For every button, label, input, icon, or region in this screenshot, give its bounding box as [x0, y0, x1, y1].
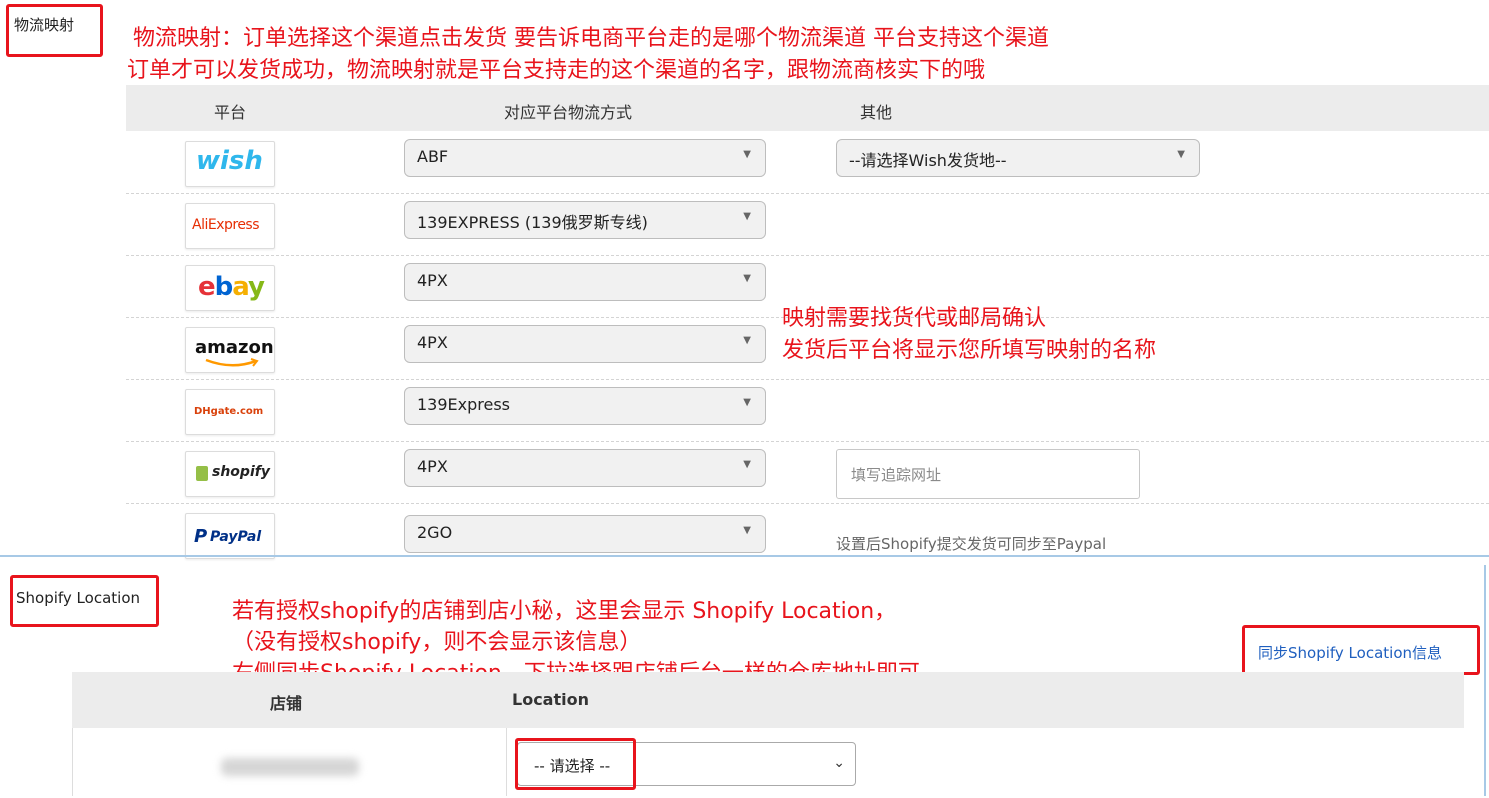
ebay-shipping-select[interactable]: 4PX ▼: [404, 263, 766, 301]
dhgate-shipping-value: 139Express: [417, 395, 511, 414]
chevron-down-icon: ⌄: [833, 755, 845, 771]
mapping-table-header: 平台 对应平台物流方式 其他: [126, 85, 1489, 131]
chevron-down-icon: ▼: [743, 149, 751, 160]
shopify-location-annotation-line1: 若有授权shopify的店铺到店小秘，这里会显示 Shopify Locatio…: [232, 599, 897, 624]
column-store: 店铺: [270, 694, 303, 713]
chevron-down-icon: ▼: [743, 525, 751, 536]
shopify-bag-icon: [196, 466, 208, 481]
shopify-logo: shopify: [185, 451, 275, 497]
store-name-blurred: [221, 758, 359, 776]
paypal-logo: P PayPal: [185, 513, 275, 559]
ebay-letter-b: b: [214, 272, 234, 302]
paypal-shipping-select[interactable]: 2GO ▼: [404, 515, 766, 553]
aliexpress-logo: AliExpress: [185, 203, 275, 249]
column-platform: 平台: [214, 103, 247, 122]
aliexpress-shipping-value: 139EXPRESS (139俄罗斯专线): [417, 213, 648, 232]
wish-shipping-value: ABF: [417, 147, 449, 166]
column-location: Location: [512, 690, 589, 709]
wish-warehouse-value: --请选择Wish发货地--: [849, 151, 1007, 170]
dhgate-logo-text: DHgate.com: [194, 406, 264, 417]
column-other: 其他: [860, 103, 893, 122]
wish-logo: wish: [185, 141, 275, 187]
paypal-p-icon: P: [194, 526, 208, 547]
mapping-annotation-line1: 物流映射：订单选择这个渠道点击发货 要告诉电商平台走的是哪个物流渠道 平台支持这…: [133, 26, 1049, 51]
dhgate-logo: DHgate.com: [185, 389, 275, 435]
ebay-letter-a: a: [232, 272, 249, 302]
amazon-shipping-select[interactable]: 4PX ▼: [404, 325, 766, 363]
shopify-location-label-highlight: [10, 575, 159, 627]
amazon-logo: amazon: [185, 327, 275, 373]
chevron-down-icon: ▼: [743, 211, 751, 222]
chevron-down-icon: ▼: [743, 273, 751, 284]
wish-logo-text: wish: [196, 146, 263, 176]
sync-shopify-location-link[interactable]: 同步Shopify Location信息: [1258, 642, 1442, 663]
paypal-shipping-value: 2GO: [417, 523, 453, 542]
ebay-logo-text: ebay: [198, 272, 265, 302]
aliexpress-logo-text: AliExpress: [192, 217, 260, 233]
aliexpress-shipping-select[interactable]: 139EXPRESS (139俄罗斯专线) ▼: [404, 201, 766, 239]
ebay-logo: ebay: [185, 265, 275, 311]
ebay-shipping-value: 4PX: [417, 271, 448, 290]
mapping-row-aliexpress: AliExpress 139EXPRESS (139俄罗斯专线) ▼: [126, 193, 1489, 256]
chevron-down-icon: ▼: [1177, 149, 1185, 160]
mapping-confirm-annotation: 映射需要找货代或邮局确认: [782, 306, 1047, 331]
wish-shipping-select[interactable]: ABF ▼: [404, 139, 766, 177]
location-select-highlight: [515, 738, 636, 790]
ebay-letter-y: y: [248, 272, 265, 302]
mapping-annotation-line2: 订单才可以发货成功，物流映射就是平台支持走的这个渠道的名字，跟物流商核实下的哦: [127, 58, 986, 83]
tracking-url-placeholder: 填写追踪网址: [851, 466, 942, 484]
shopify-location-annotation-line2: （没有授权shopify，则不会显示该信息）: [232, 630, 642, 655]
mapping-row-wish: wish ABF ▼ --请选择Wish发货地-- ▼: [126, 131, 1489, 194]
tracking-url-input[interactable]: 填写追踪网址: [836, 449, 1140, 499]
amazon-shipping-value: 4PX: [417, 333, 448, 352]
chevron-down-icon: ▼: [743, 397, 751, 408]
paypal-logo-text: PayPal: [210, 529, 262, 545]
shopify-location-section-border: [1484, 565, 1486, 796]
shopify-shipping-value: 4PX: [417, 457, 448, 476]
mapping-row-dhgate: DHgate.com 139Express ▼: [126, 379, 1489, 442]
location-table-header: 店铺 Location: [72, 672, 1464, 728]
paypal-sync-note: 设置后Shopify提交发货可同步至Paypal: [836, 535, 1107, 553]
column-shipping-method: 对应平台物流方式: [504, 103, 633, 122]
amazon-logo-text: amazon: [195, 337, 274, 358]
ebay-letter-e: e: [198, 272, 216, 302]
location-table-divider: [506, 728, 507, 796]
logistics-mapping-label-highlight: [6, 4, 103, 57]
wish-warehouse-select[interactable]: --请选择Wish发货地-- ▼: [836, 139, 1200, 177]
mapping-display-annotation: 发货后平台将显示您所填写映射的名称: [782, 338, 1157, 363]
dhgate-shipping-select[interactable]: 139Express ▼: [404, 387, 766, 425]
shopify-logo-text: shopify: [212, 464, 270, 480]
chevron-down-icon: ▼: [743, 459, 751, 470]
mapping-row-shopify: shopify 4PX ▼ 填写追踪网址: [126, 441, 1489, 504]
amazon-smile-icon: [205, 358, 259, 367]
shopify-shipping-select[interactable]: 4PX ▼: [404, 449, 766, 487]
chevron-down-icon: ▼: [743, 335, 751, 346]
